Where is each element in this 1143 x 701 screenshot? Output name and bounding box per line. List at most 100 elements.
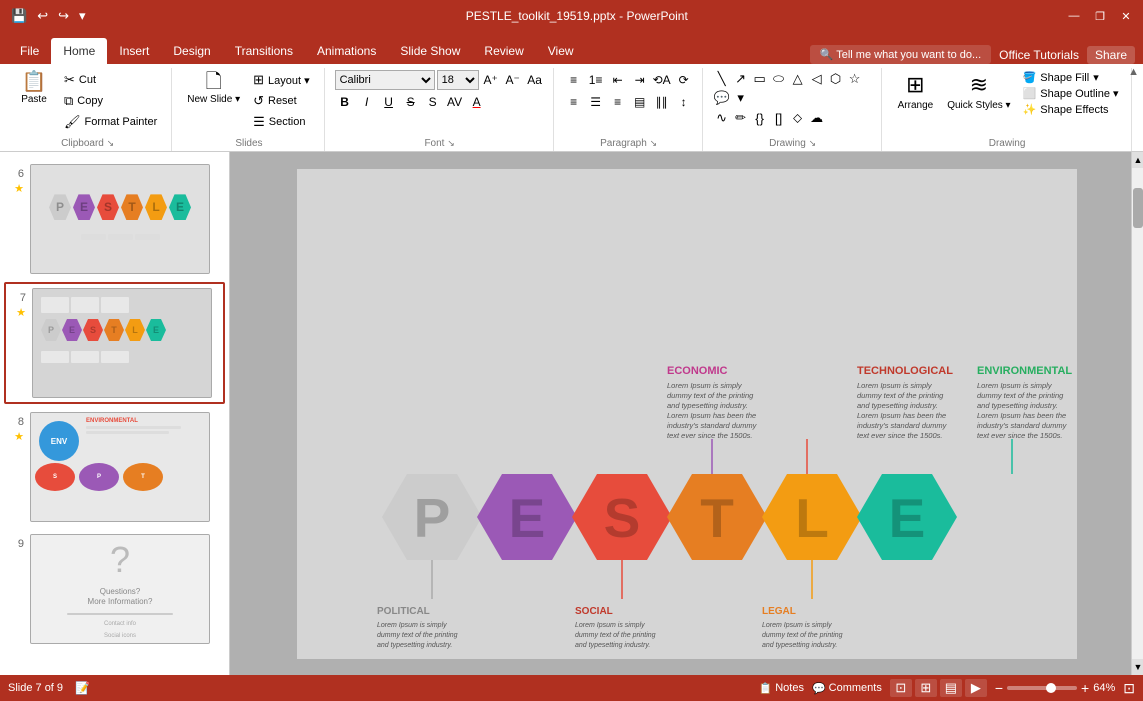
copy-button[interactable]: ⧉ Copy (58, 91, 163, 111)
quick-styles-button[interactable]: ≋ Quick Styles ▾ (941, 70, 1016, 113)
shape-star-icon[interactable]: ☆ (846, 70, 864, 88)
shape-effects-button[interactable]: ✨ Shape Effects (1019, 102, 1123, 117)
decrease-indent-button[interactable]: ⇤ (608, 70, 628, 90)
tab-home[interactable]: Home (51, 38, 107, 64)
tab-view[interactable]: View (536, 38, 586, 64)
increase-indent-button[interactable]: ⇥ (630, 70, 650, 90)
tab-insert[interactable]: Insert (107, 38, 161, 64)
shape-fill-button[interactable]: 🪣 Shape Fill ▾ (1019, 70, 1123, 85)
shape-line-icon[interactable]: ╲ (713, 70, 731, 88)
align-right-button[interactable]: ≡ (608, 92, 628, 112)
shape-rtriangle-icon[interactable]: ◁ (808, 70, 826, 88)
slide-thumbnail-8: ENV ENVIRONMENTAL S P T (30, 412, 210, 522)
tab-slideshow[interactable]: Slide Show (388, 38, 472, 64)
zoom-out-button[interactable]: − (995, 680, 1003, 696)
zoom-slider[interactable] (1007, 686, 1077, 690)
font-name-select[interactable]: Calibri (335, 70, 435, 90)
slideshow-button[interactable]: ▶ (965, 679, 987, 697)
save-icon[interactable]: 💾 (8, 6, 30, 26)
shape-callout-icon[interactable]: 💬 (713, 89, 731, 107)
tab-transitions[interactable]: Transitions (223, 38, 305, 64)
font-size-select[interactable]: 18 (437, 70, 479, 90)
slide-sorter-button[interactable]: ⊞ (915, 679, 937, 697)
italic-button[interactable]: I (357, 92, 377, 112)
redo-icon[interactable]: ↪ (55, 6, 72, 26)
bold-button[interactable]: B (335, 92, 355, 112)
char-spacing-button[interactable]: AV (445, 92, 465, 112)
svg-text:S: S (603, 487, 640, 549)
bullets-button[interactable]: ≡ (564, 70, 584, 90)
tell-me-box[interactable]: 🔍 Tell me what you want to do... (810, 45, 991, 64)
svg-text:T: T (700, 487, 734, 549)
shape-arrow-icon[interactable]: ↗ (732, 70, 750, 88)
shape-hex-icon[interactable]: ⬡ (827, 70, 845, 88)
underline-button[interactable]: U (379, 92, 399, 112)
reset-button[interactable]: ↺ Reset (247, 91, 316, 111)
columns-button[interactable]: ∥∥ (652, 92, 672, 112)
shape-flow-icon[interactable]: ⬦ (789, 109, 807, 127)
text-direction-button[interactable]: ⟲A (652, 70, 672, 90)
scroll-thumb[interactable] (1133, 188, 1143, 228)
shape-brace-icon[interactable]: [] (770, 109, 788, 127)
section-button[interactable]: ☰ Section (247, 112, 316, 132)
zoom-in-button[interactable]: + (1081, 680, 1089, 696)
share-button[interactable]: Share (1087, 46, 1135, 64)
paste-button[interactable]: 📋 Paste (12, 70, 56, 107)
restore-button[interactable]: ❐ (1091, 7, 1109, 25)
smart-art-button[interactable]: ⟳ (674, 70, 694, 90)
shape-outline-button[interactable]: ⬜ Shape Outline ▾ (1019, 86, 1123, 101)
shape-curve-icon[interactable]: ∿ (713, 109, 731, 127)
shape-bracket-icon[interactable]: {} (751, 109, 769, 127)
undo-icon[interactable]: ↩ (34, 6, 51, 26)
shape-triangle-icon[interactable]: △ (789, 70, 807, 88)
slide-item-9[interactable]: 9 ? Questions?More Information? Contact … (4, 530, 225, 648)
scroll-down-button[interactable]: ▼ (1132, 659, 1143, 675)
shapes-more-icon[interactable]: ▾ (732, 89, 750, 107)
comments-button[interactable]: 💬 Comments (812, 682, 882, 695)
scroll-up-button[interactable]: ▲ (1132, 152, 1143, 168)
reading-view-button[interactable]: ▤ (940, 679, 962, 697)
slide-info: Slide 7 of 9 (8, 682, 63, 694)
slide-item-7[interactable]: 7 ★ P E S T L E (4, 282, 225, 404)
shape-cloud-icon[interactable]: ☁ (808, 109, 826, 127)
fit-to-window-button[interactable]: ⊡ (1123, 680, 1135, 697)
cut-button[interactable]: ✂ Cut (58, 70, 163, 90)
increase-font-button[interactable]: A⁺ (481, 70, 501, 90)
align-center-button[interactable]: ☰ (586, 92, 606, 112)
slide-item-6[interactable]: 6 ★ P E S T L E (4, 160, 225, 278)
ribbon-collapse-button[interactable]: ▲ (1124, 64, 1143, 80)
vertical-scrollbar[interactable]: ▲ ▼ (1131, 152, 1143, 675)
line-spacing-button[interactable]: ↕ (674, 92, 694, 112)
arrange-button[interactable]: ⊞ Arrange (892, 70, 940, 113)
new-slide-button[interactable]: 🗋 New Slide ▾ (182, 70, 245, 107)
svg-text:dummy text of the printing: dummy text of the printing (857, 391, 944, 400)
numbering-button[interactable]: 1≡ (586, 70, 606, 90)
slide-thumbnail-6: P E S T L E (30, 164, 210, 274)
layout-button[interactable]: ⊞ Layout ▾ (247, 70, 316, 90)
decrease-font-button[interactable]: A⁻ (503, 70, 523, 90)
tab-animations[interactable]: Animations (305, 38, 388, 64)
slide-item-8[interactable]: 8 ★ ENV ENVIRONMENTAL (4, 408, 225, 526)
office-tutorials-link[interactable]: Office Tutorials (999, 48, 1079, 62)
close-button[interactable]: ✕ (1117, 7, 1135, 25)
svg-text:Lorem Ipsum is simply: Lorem Ipsum is simply (857, 381, 933, 390)
minimize-button[interactable]: — (1065, 7, 1083, 25)
customize-qat-icon[interactable]: ▾ (76, 6, 89, 26)
shadow-button[interactable]: S (423, 92, 443, 112)
section-icon: ☰ (253, 114, 265, 130)
shape-oval-icon[interactable]: ⬭ (770, 70, 788, 88)
notes-button[interactable]: 📋 Notes (759, 682, 804, 695)
justify-button[interactable]: ▤ (630, 92, 650, 112)
normal-view-button[interactable]: ⊡ (890, 679, 912, 697)
clear-format-button[interactable]: Aa (525, 70, 545, 90)
tab-file[interactable]: File (8, 38, 51, 64)
format-painter-button[interactable]: 🖌 Format Painter (58, 112, 163, 132)
align-left-button[interactable]: ≡ (564, 92, 584, 112)
font-color-button[interactable]: A (467, 92, 487, 112)
tab-review[interactable]: Review (472, 38, 535, 64)
shape-freeform-icon[interactable]: ✏ (732, 109, 750, 127)
slide-canvas[interactable]: ECONOMIC Lorem Ipsum is simply dummy tex… (297, 169, 1077, 659)
shape-rect-icon[interactable]: ▭ (751, 70, 769, 88)
strikethrough-button[interactable]: S (401, 92, 421, 112)
tab-design[interactable]: Design (161, 38, 222, 64)
